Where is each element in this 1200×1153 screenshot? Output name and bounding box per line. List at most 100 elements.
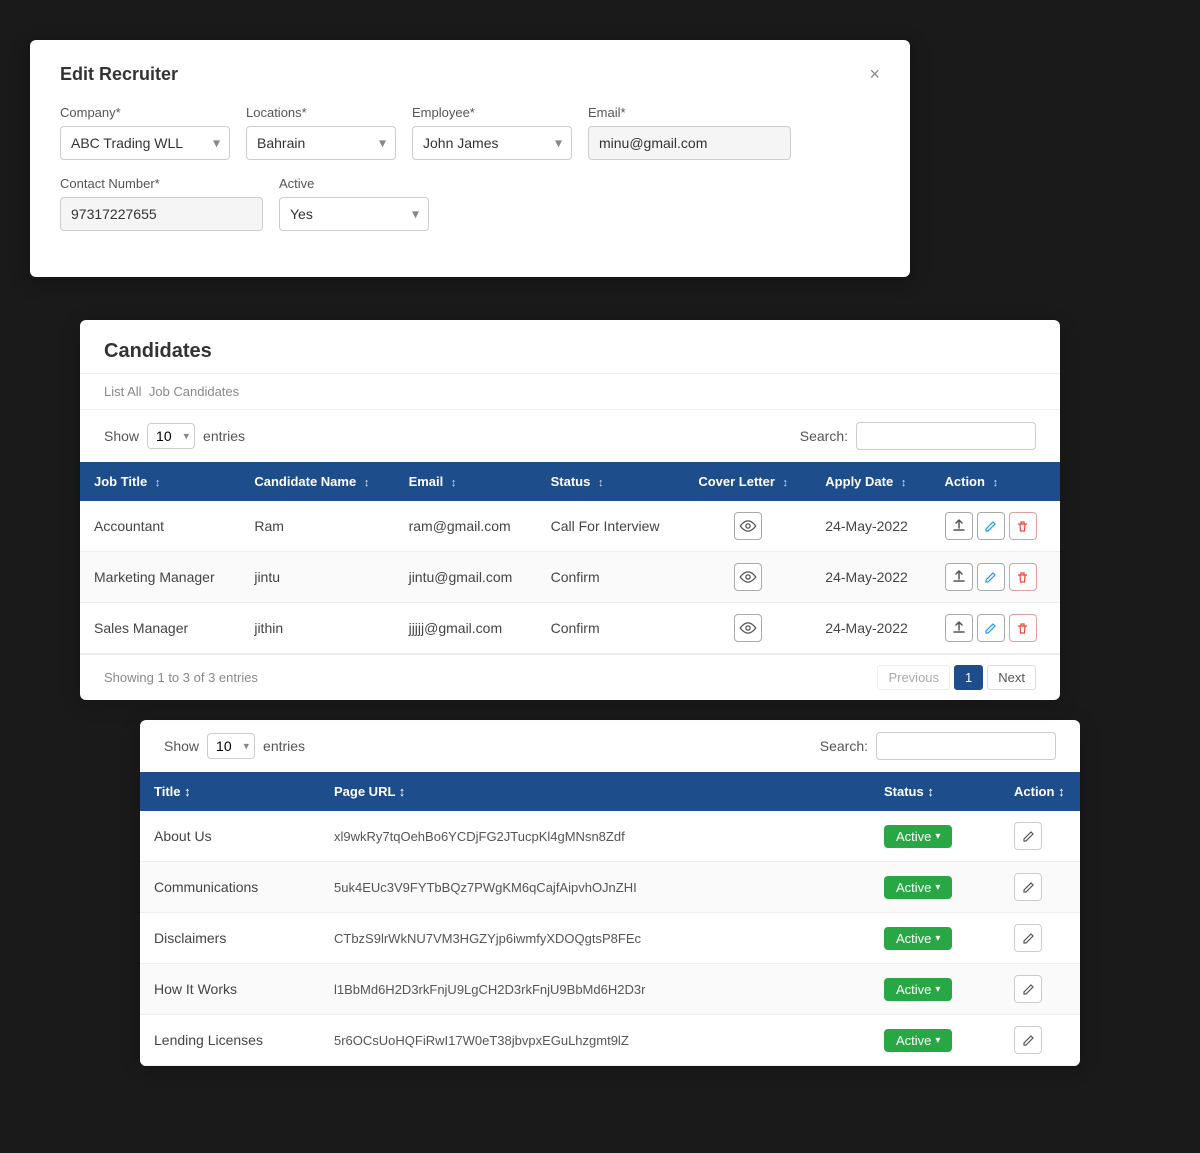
pages-col-action[interactable]: Action ↕ — [1000, 772, 1080, 811]
employee-label: Employee* — [412, 105, 572, 120]
sort-icon-job-title: ↕ — [155, 477, 161, 489]
sort-icon-pages-title: ↕ — [184, 784, 191, 799]
email-input[interactable] — [588, 126, 791, 160]
active-field-group: Active Yes — [279, 176, 429, 231]
edit-button-1[interactable] — [977, 563, 1005, 591]
edit-button-0[interactable] — [977, 512, 1005, 540]
col-email[interactable]: Email ↕ — [395, 462, 537, 501]
candidates-pagination: Previous 1 Next — [877, 665, 1036, 690]
view-cover-letter-button[interactable] — [734, 512, 762, 540]
next-page-button[interactable]: Next — [987, 665, 1036, 690]
candidate-name-cell: Ram — [240, 501, 394, 552]
upload-button-1[interactable] — [945, 563, 973, 591]
locations-select[interactable]: Bahrain — [246, 126, 396, 160]
show-entries-select[interactable]: 10 — [147, 423, 195, 449]
company-field-group: Company* ABC Trading WLL — [60, 105, 230, 160]
company-select[interactable]: ABC Trading WLL — [60, 126, 230, 160]
delete-button-2[interactable] — [1009, 614, 1037, 642]
page-edit-button-0[interactable] — [1014, 822, 1042, 850]
action-cell — [931, 603, 1061, 654]
upload-button-2[interactable] — [945, 614, 973, 642]
view-cover-letter-button[interactable] — [734, 563, 762, 591]
show-select-wrapper[interactable]: 10 — [147, 423, 195, 449]
delete-icon — [1016, 622, 1029, 635]
pages-search-input[interactable] — [876, 732, 1056, 760]
contact-input[interactable] — [60, 197, 263, 231]
page-url-cell: 5r6OCsUoHQFiRwI17W0eT38jbvpxEGuLhzgmt9lZ — [320, 1015, 870, 1066]
candidate-name-cell: jintu — [240, 552, 394, 603]
pages-header-row: Title ↕ Page URL ↕ Status ↕ Action ↕ — [140, 772, 1080, 811]
page-title-cell: Lending Licenses — [140, 1015, 320, 1066]
prev-page-button[interactable]: Previous — [877, 665, 950, 690]
sort-icon-pages-url: ↕ — [399, 784, 406, 799]
col-action[interactable]: Action ↕ — [931, 462, 1061, 501]
page-action-cell — [1000, 964, 1080, 1015]
status-badge[interactable]: Active ▾ — [884, 927, 952, 950]
pages-show-select-wrapper[interactable]: 10 — [207, 733, 255, 759]
action-buttons — [945, 563, 1047, 591]
pages-show-entries-select[interactable]: 10 — [207, 733, 255, 759]
page-title-cell: How It Works — [140, 964, 320, 1015]
page-edit-button-2[interactable] — [1014, 924, 1042, 952]
list-item: Lending Licenses 5r6OCsUoHQFiRwI17W0eT38… — [140, 1015, 1080, 1066]
pages-col-status[interactable]: Status ↕ — [870, 772, 1000, 811]
status-badge[interactable]: Active ▾ — [884, 1029, 952, 1052]
sort-icon-email: ↕ — [451, 477, 457, 489]
contact-label: Contact Number* — [60, 176, 263, 191]
pages-col-url[interactable]: Page URL ↕ — [320, 772, 870, 811]
candidates-table-head: Job Title ↕ Candidate Name ↕ Email ↕ Sta… — [80, 462, 1060, 501]
upload-button-0[interactable] — [945, 512, 973, 540]
active-select[interactable]: Yes — [279, 197, 429, 231]
status-badge[interactable]: Active ▾ — [884, 876, 952, 899]
job-title-cell: Marketing Manager — [80, 552, 240, 603]
col-cover-letter[interactable]: Cover Letter ↕ — [684, 462, 811, 501]
modal-close-button[interactable]: × — [869, 64, 880, 85]
page-edit-button-4[interactable] — [1014, 1026, 1042, 1054]
delete-button-1[interactable] — [1009, 563, 1037, 591]
col-apply-date[interactable]: Apply Date ↕ — [811, 462, 930, 501]
search-label: Search: — [800, 428, 848, 444]
modal-title: Edit Recruiter — [60, 64, 178, 85]
page-status-cell: Active ▾ — [870, 811, 1000, 862]
company-select-wrapper[interactable]: ABC Trading WLL — [60, 126, 230, 160]
action-cell — [931, 552, 1061, 603]
employee-select[interactable]: John James — [412, 126, 572, 160]
candidates-footer-text: Showing 1 to 3 of 3 entries — [104, 670, 258, 685]
status-badge[interactable]: Active ▾ — [884, 978, 952, 1001]
status-text: Active — [896, 982, 931, 997]
candidates-search-input[interactable] — [856, 422, 1036, 450]
page-1-button[interactable]: 1 — [954, 665, 983, 690]
pages-search-label: Search: — [820, 738, 868, 754]
view-cover-letter-button[interactable] — [734, 614, 762, 642]
status-badge[interactable]: Active ▾ — [884, 825, 952, 848]
status-text: Active — [896, 931, 931, 946]
show-entries-control: Show 10 entries — [104, 423, 245, 449]
list-item: Communications 5uk4EUc3V9FYTbBQz7PWgKM6q… — [140, 862, 1080, 913]
col-job-title[interactable]: Job Title ↕ — [80, 462, 240, 501]
candidates-panel: Candidates List All Job Candidates Show … — [80, 320, 1060, 700]
col-status[interactable]: Status ↕ — [537, 462, 685, 501]
sort-icon-cover-letter: ↕ — [783, 477, 789, 489]
eye-icon — [739, 571, 757, 583]
candidates-header-row: Job Title ↕ Candidate Name ↕ Email ↕ Sta… — [80, 462, 1060, 501]
pages-col-title[interactable]: Title ↕ — [140, 772, 320, 811]
edit-icon — [1022, 830, 1035, 843]
edit-icon — [1022, 881, 1035, 894]
job-title-cell: Sales Manager — [80, 603, 240, 654]
upload-icon — [952, 570, 966, 584]
pages-search-box: Search: — [820, 732, 1056, 760]
contact-field-group: Contact Number* — [60, 176, 263, 231]
col-candidate-name[interactable]: Candidate Name ↕ — [240, 462, 394, 501]
active-select-wrapper[interactable]: Yes — [279, 197, 429, 231]
edit-button-2[interactable] — [977, 614, 1005, 642]
locations-select-wrapper[interactable]: Bahrain — [246, 126, 396, 160]
page-edit-button-1[interactable] — [1014, 873, 1042, 901]
page-edit-button-3[interactable] — [1014, 975, 1042, 1003]
employee-select-wrapper[interactable]: John James — [412, 126, 572, 160]
delete-button-0[interactable] — [1009, 512, 1037, 540]
edit-icon — [984, 622, 997, 635]
chevron-down-icon: ▾ — [935, 984, 940, 995]
edit-icon — [1022, 1034, 1035, 1047]
form-row-2: Contact Number* Active Yes — [60, 176, 880, 231]
list-item: About Us xl9wkRy7tqOehBo6YCDjFG2JTucpKl4… — [140, 811, 1080, 862]
